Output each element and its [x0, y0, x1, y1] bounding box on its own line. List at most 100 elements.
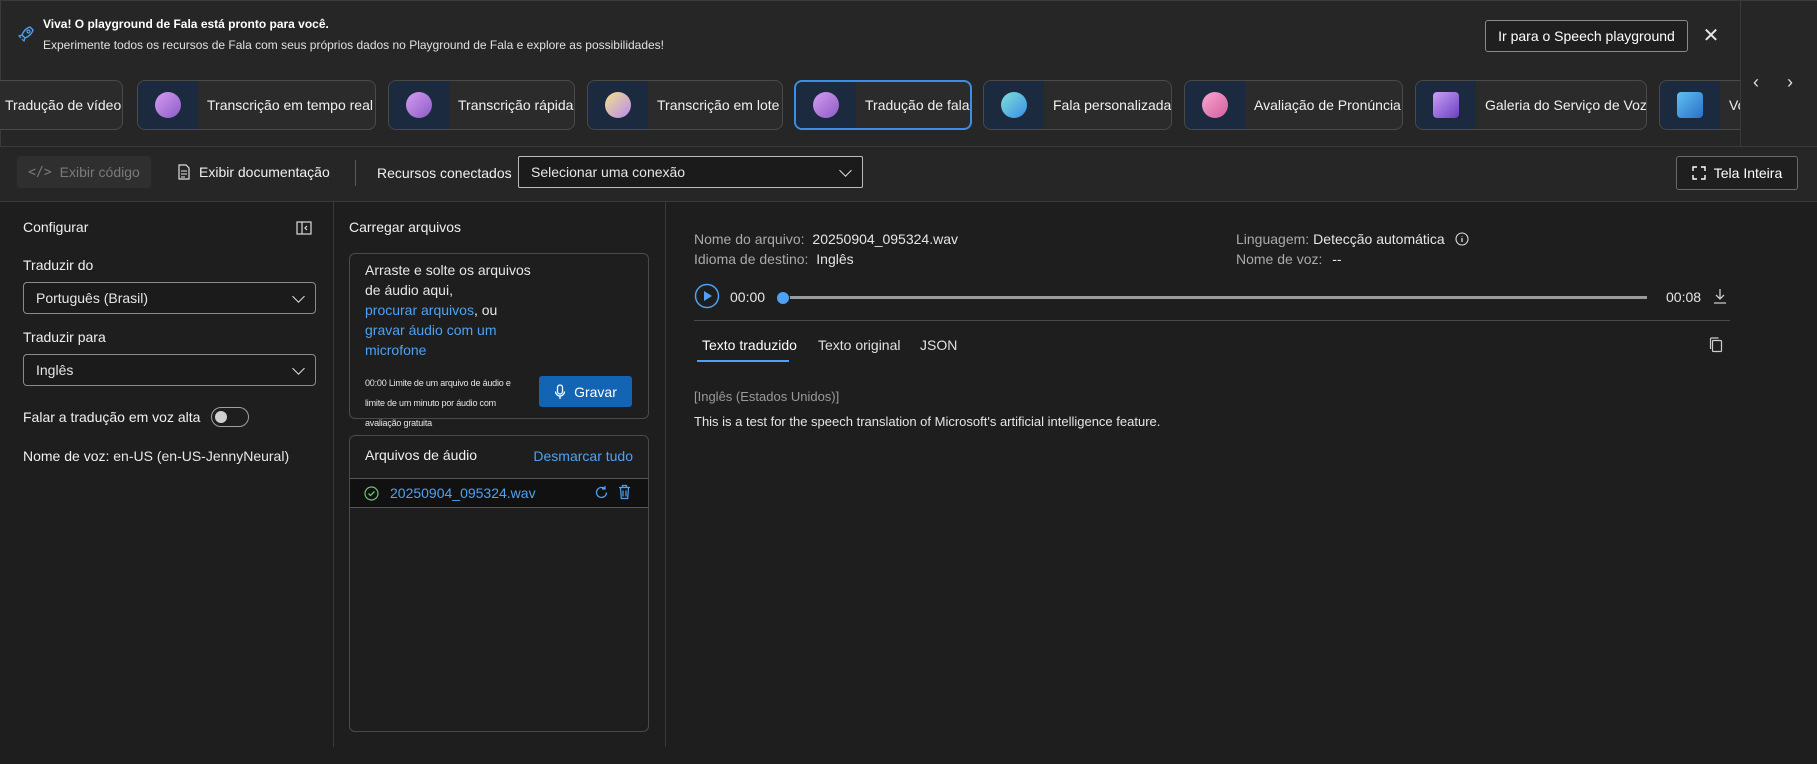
chevron-right-icon[interactable]: › [1778, 70, 1802, 94]
chevron-left-icon[interactable]: ‹ [1744, 70, 1768, 94]
view-code-button[interactable]: </> Exibir código [17, 156, 151, 188]
tile-image [389, 81, 449, 129]
target-language-row: Idioma de destino: Inglês [694, 251, 854, 267]
tile-speech-translation[interactable]: Tradução de fala [794, 80, 972, 130]
result-locale-tag: [Inglês (Estados Unidos)] [694, 389, 840, 404]
tile-image [1416, 81, 1476, 129]
target-language-label: Idioma de destino: [694, 251, 809, 267]
configure-title: Configurar [23, 219, 89, 235]
voice-value: -- [1332, 251, 1342, 267]
view-docs-button[interactable]: Exibir documentação [177, 164, 330, 180]
language-label: Linguagem: [1236, 231, 1310, 247]
record-audio-link-line1[interactable]: gravar áudio com um [365, 320, 540, 340]
limit-line-2: limite de um minuto por áudio com [365, 398, 496, 408]
total-time: 00:08 [1666, 289, 1702, 305]
delete-icon[interactable] [617, 484, 632, 500]
tile-label: Fala personalizada [1053, 97, 1172, 113]
connection-select[interactable]: Selecionar uma conexão [518, 156, 863, 188]
speak-translation-toggle[interactable] [211, 407, 249, 427]
speak-translation-label: Falar a tradução em voz alta [23, 409, 201, 425]
tile-image [984, 81, 1044, 129]
tile-label: Tradução de fala [865, 97, 970, 113]
record-button[interactable]: Gravar [539, 376, 632, 407]
drop-instructions: Arraste e solte os arquivos de áudio aqu… [365, 260, 540, 360]
tile-image [1185, 81, 1245, 129]
voice-row: Nome de voz: -- [1236, 251, 1342, 267]
chevron-down-icon [839, 164, 852, 177]
divider [694, 320, 1730, 321]
tile-custom-speech[interactable]: Fala personalizada [983, 80, 1172, 130]
retry-icon[interactable] [594, 485, 609, 500]
tile-voice-gallery[interactable]: Galeria do Serviço de Voz [1415, 80, 1647, 130]
translate-from-select[interactable]: Português (Brasil) [23, 282, 316, 314]
view-code-label: Exibir código [59, 164, 140, 180]
voice-name-value: en-US (en-US-JennyNeural) [113, 448, 290, 464]
check-circle-icon [364, 486, 379, 501]
tile-image [796, 82, 856, 128]
toolbar-divider [355, 160, 356, 186]
translate-to-value: Inglês [36, 362, 74, 378]
connected-resources-label: Recursos conectados [377, 165, 512, 181]
tile-voice-partial[interactable]: Vo [1659, 80, 1740, 130]
browse-files-link[interactable]: procurar arquivos [365, 302, 474, 318]
drop-line-2: de áudio aqui, [365, 282, 453, 298]
chevron-down-icon [292, 362, 305, 375]
file-name[interactable]: 20250904_095324.wav [390, 485, 536, 501]
tile-label: Transcrição em lote [657, 97, 780, 113]
translated-text: This is a test for the speech translatio… [694, 414, 1161, 429]
copy-icon[interactable] [1709, 337, 1723, 353]
audio-progress-track[interactable] [783, 296, 1647, 299]
tile-video-translation[interactable]: Tradução de vídeo [0, 80, 123, 130]
translate-to-select[interactable]: Inglês [23, 354, 316, 386]
info-icon[interactable] [1455, 232, 1469, 246]
download-icon[interactable] [1713, 288, 1727, 304]
connection-select-value: Selecionar uma conexão [531, 164, 686, 180]
limit-line-1: 00:00 Limite de um arquivo de áudio e [365, 378, 511, 388]
unselect-all-link[interactable]: Desmarcar tudo [533, 448, 633, 464]
tile-label: Avaliação de Pronúncia [1254, 97, 1401, 113]
code-icon: </> [28, 164, 52, 180]
play-icon[interactable] [694, 283, 720, 309]
toggle-knob [215, 411, 227, 423]
audio-files-box: Arquivos de áudio Desmarcar tudo 2025090… [349, 435, 649, 732]
current-time: 00:00 [730, 289, 766, 305]
file-name-value: 20250904_095324.wav [812, 231, 958, 247]
audio-progress-thumb[interactable] [776, 291, 790, 305]
tab-selected-indicator [697, 360, 789, 362]
translate-to-label: Traduzir para [23, 329, 106, 345]
translate-from-label: Traduzir do [23, 257, 94, 273]
fullscreen-label: Tela Inteira [1713, 165, 1783, 181]
voice-label: Nome de voz: [1236, 251, 1323, 267]
drop-zone[interactable]: Arraste e solte os arquivos de áudio aqu… [349, 253, 649, 428]
tab-translated-text[interactable]: Texto traduzido [702, 337, 797, 353]
tile-label: Galeria do Serviço de Voz [1485, 97, 1647, 113]
tile-image [588, 81, 648, 129]
record-audio-link-line2[interactable]: microfone [365, 340, 540, 360]
tile-fast-transcription[interactable]: Transcrição rápida [388, 80, 575, 130]
view-docs-label: Exibir documentação [199, 164, 330, 180]
or-text: , ou [473, 302, 498, 318]
tile-label: Tradução de vídeo [5, 97, 122, 113]
tile-pronunciation-assessment[interactable]: Avaliação de Pronúncia [1184, 80, 1403, 130]
tile-batch-transcription[interactable]: Transcrição em lote [587, 80, 783, 130]
file-row[interactable]: 20250904_095324.wav [350, 478, 648, 508]
chevron-down-icon [292, 290, 305, 303]
tab-json[interactable]: JSON [920, 337, 957, 353]
result-panel: Nome do arquivo: 20250904_095324.wav Idi… [666, 202, 1817, 747]
tab-original-text[interactable]: Texto original [818, 337, 901, 353]
tile-label: Transcrição rápida [458, 97, 574, 113]
voice-name-row: Nome de voz: en-US (en-US-JennyNeural) [23, 448, 289, 464]
collapse-panel-icon[interactable] [296, 221, 312, 235]
tile-label: Vo [1729, 97, 1740, 113]
upload-panel: Carregar arquivos Arraste e solte os arq… [333, 202, 666, 747]
target-language-value: Inglês [816, 251, 854, 267]
language-row: Linguagem: Detecção automática [1236, 231, 1469, 247]
file-name-row: Nome do arquivo: 20250904_095324.wav [694, 231, 958, 247]
file-name-label: Nome do arquivo: [694, 231, 805, 247]
tile-real-time-transcription[interactable]: Transcrição em tempo real [137, 80, 376, 130]
translate-from-value: Português (Brasil) [36, 290, 149, 306]
limit-line-3: avaliação gratuita [365, 418, 432, 428]
language-value: Detecção automática [1313, 231, 1445, 247]
fullscreen-button[interactable]: Tela Inteira [1676, 156, 1798, 190]
drop-line-1: Arraste e solte os arquivos [365, 262, 531, 278]
